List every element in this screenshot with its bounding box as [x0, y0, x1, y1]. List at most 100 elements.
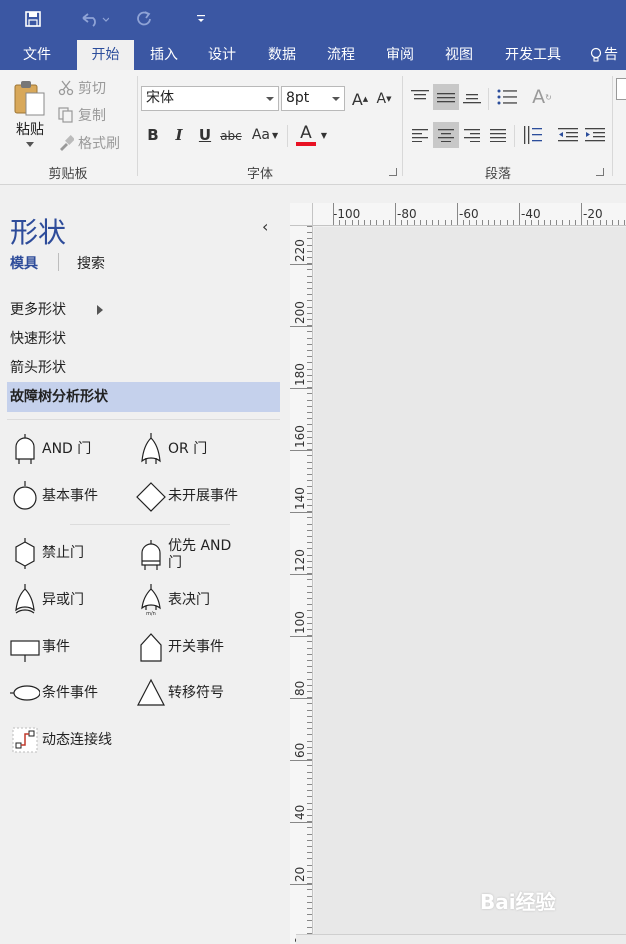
ruler-tick — [307, 852, 312, 854]
shape-dynamic-connector[interactable]: 动态连接线 — [10, 722, 112, 758]
tab-file[interactable]: 文件 — [12, 40, 62, 70]
ruler-tick — [307, 492, 312, 494]
font-family-select[interactable]: 宋体 — [141, 86, 279, 111]
font-size-select[interactable]: 8pt — [281, 86, 345, 111]
shape-undeveloped-event[interactable]: 未开展事件 — [136, 478, 238, 514]
shape-priority-and-gate[interactable]: 优先 AND 门 — [136, 535, 231, 575]
tab-review[interactable]: 审阅 — [376, 40, 424, 70]
tab-insert[interactable]: 插入 — [140, 40, 188, 70]
paste-dropdown-icon[interactable] — [24, 140, 36, 148]
stencil-arrow-shapes[interactable]: 箭头形状 — [7, 353, 66, 383]
shape-or-gate[interactable]: OR 门 — [136, 431, 207, 467]
change-case-button[interactable]: Aa ▼ — [248, 124, 282, 146]
ruler-tick — [307, 312, 312, 314]
paste-icon[interactable] — [12, 78, 48, 118]
horizontal-ruler[interactable]: -100 -80 -60 -40 -20 — [313, 203, 626, 226]
copy-button[interactable]: 复制 — [58, 106, 128, 124]
tab-stencils[interactable]: 模具 — [10, 253, 38, 273]
font-color-button[interactable]: A ▼ — [293, 122, 329, 148]
ruler-tick — [307, 281, 312, 283]
ruler-tick — [364, 220, 365, 225]
ruler-tick — [351, 220, 353, 225]
shape-inhibit-gate[interactable]: 禁止门 — [10, 535, 84, 571]
ruler-tick — [307, 467, 312, 469]
ribbon-separator — [402, 76, 403, 176]
redo-icon[interactable] — [132, 8, 156, 30]
align-right-icon[interactable] — [461, 124, 483, 146]
tab-process[interactable]: 流程 — [317, 40, 365, 70]
distribute-icon[interactable] — [521, 124, 545, 146]
font-dialog-launcher-icon[interactable] — [389, 168, 397, 176]
shape-switch-event[interactable]: 开关事件 — [136, 629, 224, 665]
strikethrough-button[interactable]: abc — [219, 126, 243, 146]
format-painter-button[interactable]: 格式刷 — [58, 134, 132, 152]
ruler-tick — [307, 877, 312, 878]
decrease-indent-icon[interactable] — [556, 124, 580, 146]
bullets-icon[interactable] — [495, 86, 519, 108]
tab-search[interactable]: 搜索 — [77, 253, 105, 273]
paragraph-dialog-launcher-icon[interactable] — [596, 168, 604, 176]
shape-transfer-symbol[interactable]: 转移符号 — [136, 675, 224, 711]
basic-event-icon — [10, 478, 40, 514]
grow-font-button[interactable]: A ▲ — [351, 88, 369, 110]
align-middle-icon[interactable] — [433, 84, 459, 110]
tell-me[interactable]: 告 — [590, 40, 626, 70]
hexagon-icon — [10, 535, 40, 571]
ruler-label: -80 — [397, 207, 417, 221]
shrink-font-button[interactable]: A ▼ — [375, 88, 393, 110]
stencil-fault-tree[interactable]: 故障树分析形状 — [7, 382, 280, 412]
ruler-tick — [307, 635, 312, 637]
ruler-tick — [500, 220, 502, 225]
ruler-tick — [307, 244, 312, 246]
next-group-icon[interactable] — [616, 78, 626, 100]
bold-button[interactable]: B — [144, 124, 162, 146]
drawing-canvas[interactable] — [314, 227, 626, 944]
ruler-tick — [506, 220, 508, 225]
collapse-pane-icon[interactable]: ‹ — [262, 217, 268, 236]
ruler-tick — [543, 220, 545, 225]
align-bottom-icon[interactable] — [461, 86, 483, 108]
ruler-tick — [307, 356, 312, 358]
paste-button[interactable]: 粘贴 — [10, 120, 50, 138]
increase-indent-icon[interactable] — [583, 124, 607, 146]
title-bar — [0, 0, 626, 40]
ruler-tick — [307, 858, 312, 860]
customize-quick-access-icon[interactable] — [194, 8, 208, 30]
tab-design[interactable]: 设计 — [198, 40, 246, 70]
ruler-tick — [307, 920, 312, 922]
ruler-tick — [307, 895, 312, 897]
tab-home[interactable]: 开始 — [77, 40, 134, 70]
vertical-ruler[interactable]: 220200180160140120100806040200 — [290, 226, 313, 944]
shape-basic-event[interactable]: 基本事件 — [10, 478, 98, 514]
cut-button[interactable]: 剪切 — [58, 79, 128, 97]
save-icon[interactable] — [22, 8, 44, 30]
shape-and-gate[interactable]: AND 门 — [10, 431, 91, 467]
ruler-tick — [307, 734, 312, 736]
shape-conditional-event[interactable]: 条件事件 — [10, 675, 98, 711]
ruler-tick — [307, 412, 312, 413]
ruler-tick — [307, 765, 312, 767]
stencil-more-shapes[interactable]: 更多形状 — [7, 295, 103, 325]
text-direction-icon[interactable]: A ↻ — [529, 84, 555, 110]
italic-button[interactable]: I — [170, 124, 188, 146]
ruler-tick — [307, 777, 312, 779]
align-center-icon[interactable] — [433, 122, 459, 148]
tab-data[interactable]: 数据 — [258, 40, 306, 70]
ruler-tick — [307, 263, 312, 265]
tab-view[interactable]: 视图 — [435, 40, 483, 70]
justify-icon[interactable] — [487, 124, 509, 146]
shape-voting-gate[interactable]: m/n 表决门 — [136, 582, 210, 618]
divider — [7, 419, 280, 420]
ruler-label: -20 — [583, 207, 603, 221]
shape-event[interactable]: 事件 — [10, 629, 70, 665]
align-top-icon[interactable] — [409, 86, 431, 108]
underline-button[interactable]: U — [195, 124, 215, 146]
align-left-icon[interactable] — [409, 124, 431, 146]
ruler-tick — [307, 288, 312, 289]
tab-developer[interactable]: 开发工具 — [494, 40, 572, 70]
undo-icon[interactable] — [76, 8, 112, 30]
shape-xor-gate[interactable]: 异或门 — [10, 582, 84, 618]
xor-gate-icon — [10, 582, 40, 618]
stencil-quick-shapes[interactable]: 快速形状 — [7, 324, 66, 354]
horizontal-scrollbar[interactable] — [296, 934, 626, 944]
